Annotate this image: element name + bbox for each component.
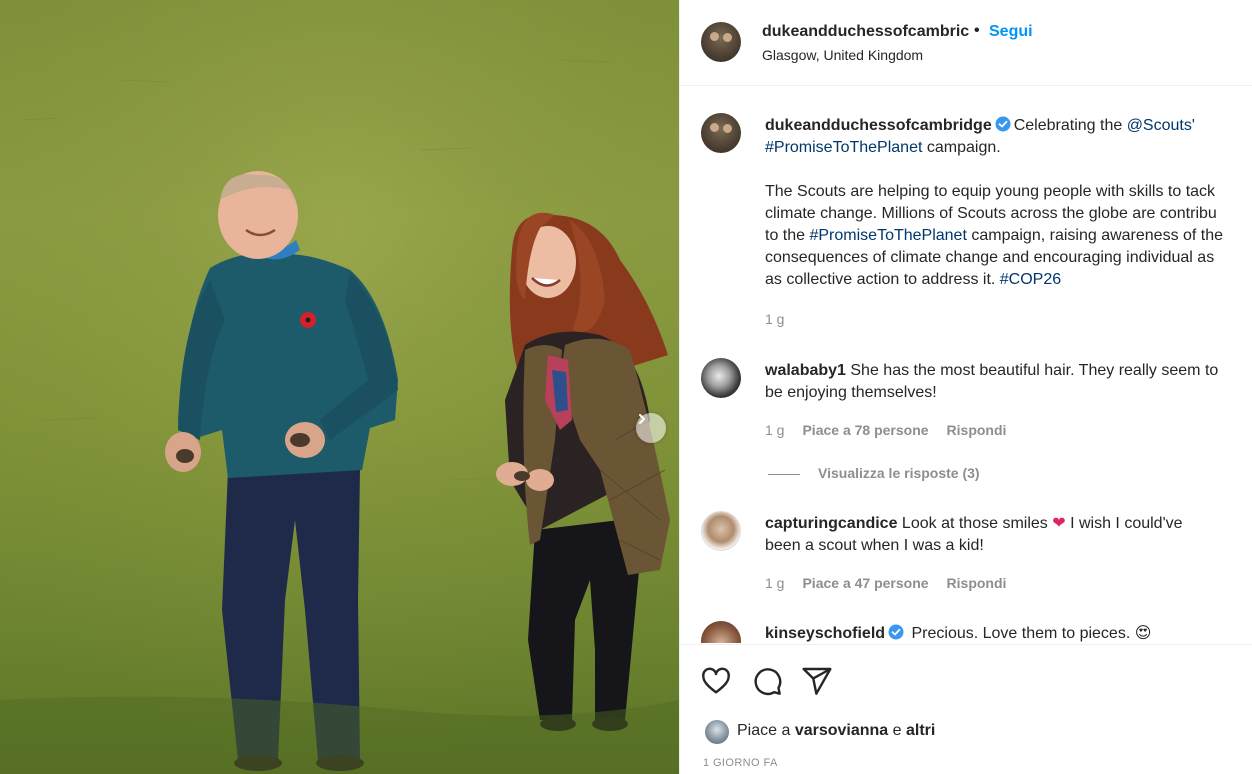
header-username[interactable]: dukeandduchessofcambric (762, 23, 972, 41)
comment-line-1: kinseyschofield Precious. Love them to p… (765, 623, 1151, 643)
post-header: dukeandduchessofcambric • Segui Glasgow,… (680, 0, 1252, 86)
share-icon[interactable] (801, 665, 833, 697)
caption-line-1: dukeandduchessofcambridge Celebrating the… (765, 115, 1195, 137)
post-photo[interactable] (0, 0, 679, 774)
comment-line-1: walababy1 She has the most beautiful hai… (765, 360, 1218, 382)
caption-text-a: Celebrating the (1013, 117, 1127, 134)
caption-line-2: #PromiseToThePlanet campaign. (765, 137, 1001, 159)
caption-avatar[interactable] (701, 113, 741, 153)
caption-para-line-2: climate change. Millions of Scouts acros… (765, 205, 1217, 222)
comment-line-2: been a scout when I was a kid! (765, 537, 984, 554)
likes-summary: Piace a varsovianna e altri (737, 722, 935, 740)
photo-illustration (0, 0, 679, 774)
mention-link[interactable]: @Scouts' (1127, 117, 1195, 134)
comment-likes-count[interactable]: Piace a 78 persone (802, 422, 928, 438)
caption-username[interactable]: dukeandduchessofcambridge (765, 117, 992, 134)
post-date[interactable]: 1 GIORNO FA (703, 757, 778, 769)
comment-line-2: be enjoying themselves! (765, 384, 937, 401)
comment-username[interactable]: kinseyschofield (765, 625, 885, 642)
comment-icon[interactable] (751, 665, 783, 697)
caption-para-line-4: consequences of climate change and encou… (765, 249, 1215, 266)
comment-likes-count[interactable]: Piace a 47 persone (802, 575, 928, 591)
comment-text-b: I wish I could've (1065, 515, 1183, 532)
comment-avatar[interactable] (701, 621, 741, 643)
verified-badge-icon (995, 116, 1011, 132)
hashtag-link[interactable]: #PromiseToThePlanet (809, 227, 966, 244)
comment-username[interactable]: capturingcandice (765, 515, 897, 532)
avatar[interactable] (701, 22, 741, 62)
caption-para3-b: campaign, raising awareness of the (966, 227, 1224, 244)
liker-avatar[interactable] (705, 720, 729, 744)
next-photo-button[interactable] (636, 413, 666, 443)
comment-username[interactable]: walababy1 (765, 362, 846, 379)
reply-button[interactable]: Rispondi (947, 422, 1007, 438)
comments-list[interactable]: dukeandduchessofcambridge Celebrating the… (680, 87, 1252, 643)
caption-text-b: campaign. (922, 139, 1001, 156)
comment-text: Precious. Love them to pieces. (907, 625, 1135, 642)
comment-time[interactable]: 1 g (765, 575, 784, 591)
likes-others-link[interactable]: altri (906, 722, 935, 739)
heart-icon[interactable] (700, 665, 732, 697)
heart-emoji: ❤ (1052, 515, 1066, 532)
follow-button[interactable]: Segui (989, 23, 1033, 41)
hashtag-link[interactable]: #PromiseToThePlanet (765, 139, 922, 156)
caption-para3-a: to the (765, 227, 810, 244)
comment-line-1: capturingcandice Look at those smiles ❤ … (765, 513, 1183, 535)
caption-para5-a: as collective action to address it. (765, 271, 1000, 288)
post-actions: Piace a varsovianna e altri 1 GIORNO FA (680, 644, 1252, 774)
caption-para-line-5: as collective action to address it. #COP… (765, 269, 1061, 291)
separator-dot: • (974, 22, 980, 39)
comment-meta: 1 g Piace a 47 persone Rispondi (765, 575, 1024, 591)
view-replies-label: Visualizza le risposte (3) (818, 465, 980, 481)
comment-text: She has the most beautiful hair. They re… (845, 362, 1219, 379)
chevron-right-icon (639, 414, 645, 424)
likes-middle: e (888, 722, 906, 739)
verified-badge-icon (888, 624, 904, 640)
comment-avatar[interactable] (701, 511, 741, 551)
reply-button[interactable]: Rispondi (947, 575, 1007, 591)
caption-para-line-3: to the #PromiseToThePlanet campaign, rai… (765, 225, 1223, 247)
comment-time[interactable]: 1 g (765, 422, 784, 438)
likes-prefix: Piace a (737, 722, 795, 739)
replies-divider (768, 473, 800, 475)
view-replies-button[interactable]: Visualizza le risposte (3) (768, 465, 980, 481)
hashtag-link[interactable]: #COP26 (1000, 271, 1061, 288)
caption-time[interactable]: 1 g (765, 311, 784, 327)
comment-text-a: Look at those smiles (897, 515, 1053, 532)
location-link[interactable]: Glasgow, United Kingdom (762, 47, 923, 63)
caption-para-line-1: The Scouts are helping to equip young pe… (765, 183, 1216, 200)
liker-username[interactable]: varsovianna (795, 722, 888, 739)
comment-avatar[interactable] (701, 358, 741, 398)
heart-eyes-emoji: 😍 (1134, 625, 1152, 642)
comment-meta: 1 g Piace a 78 persone Rispondi (765, 422, 1024, 438)
caption-meta: 1 g (765, 311, 802, 327)
post-sidebar: dukeandduchessofcambric • Segui Glasgow,… (679, 0, 1252, 774)
